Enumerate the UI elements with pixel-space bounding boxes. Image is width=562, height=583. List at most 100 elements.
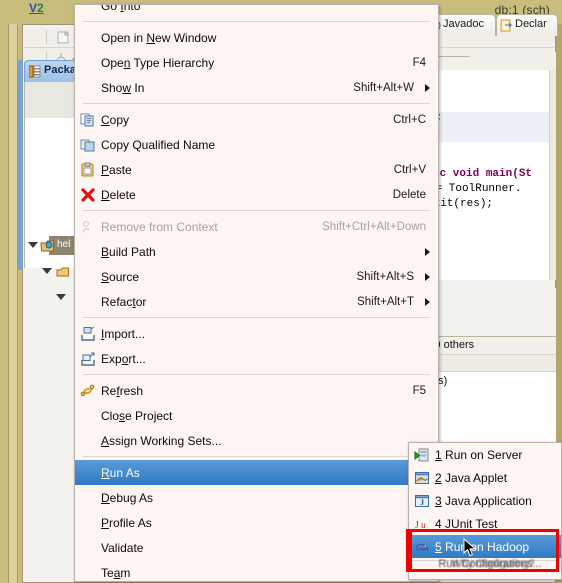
menu-item-export-label: Export... bbox=[101, 351, 146, 366]
menu-item-close-project[interactable]: Close Project bbox=[75, 403, 438, 428]
menu-item-remove-from-context-label: Remove from Context bbox=[101, 219, 218, 234]
menu-item-build-path-label: Build Path bbox=[101, 244, 156, 259]
submenu-arrow-icon-refactor bbox=[425, 298, 430, 306]
menu-separator-4 bbox=[83, 317, 430, 318]
new-icon[interactable] bbox=[56, 30, 71, 45]
remove-from-context-icon bbox=[80, 219, 96, 235]
menu-item-show-in-accel: Shift+Alt+W bbox=[353, 81, 414, 94]
submenu-arrow-icon bbox=[425, 84, 430, 92]
menu-item-copy-label: Copy bbox=[101, 112, 130, 127]
run-configurations-footer-overlay: Why Configuring? bbox=[451, 558, 535, 570]
package-icon bbox=[56, 265, 71, 284]
window-left-inner-bevel bbox=[8, 24, 18, 583]
java-project-icon bbox=[40, 239, 55, 258]
mouse-cursor-icon bbox=[463, 537, 477, 558]
submenu-item-run-on-hadoop-label: 5 Run on Hadoop bbox=[435, 539, 530, 554]
tab-package-explorer-label: Packa bbox=[44, 64, 76, 76]
menu-item-copy-qualified-name[interactable]: Copy Qualified Name bbox=[75, 132, 438, 157]
tree-expand-arrow-icon-3[interactable] bbox=[56, 294, 66, 300]
menu-item-profile-as-label: Profile As bbox=[101, 515, 152, 530]
menu-item-source[interactable]: Source Shift+Alt+S bbox=[75, 264, 438, 289]
menu-item-paste-accel: Ctrl+V bbox=[393, 163, 426, 176]
submenu-item-junit-test[interactable]: J u 4 JUnit Test bbox=[409, 512, 561, 535]
menu-item-run-as[interactable]: Run As bbox=[75, 460, 438, 485]
submenu-item-run-on-server[interactable]: 1 Run on Server bbox=[409, 443, 561, 466]
package-explorer-icon bbox=[28, 65, 41, 78]
menu-item-team-label: Team bbox=[101, 565, 131, 580]
svg-text:J: J bbox=[415, 520, 419, 531]
screenshot-root: db:1 (sch) V2 Packa hel static void main… bbox=[0, 0, 562, 583]
run-on-server-icon bbox=[414, 447, 430, 463]
menu-item-import-label: Import... bbox=[101, 326, 146, 341]
copy-icon bbox=[80, 112, 96, 128]
menu-item-go-into[interactable]: Go Into bbox=[75, 5, 438, 18]
explorer-left-accent bbox=[18, 60, 23, 270]
menu-item-paste[interactable]: Paste Ctrl+V bbox=[75, 157, 438, 182]
menu-item-source-label: Source bbox=[101, 269, 140, 284]
submenu-item-java-application[interactable]: J 3 Java Application bbox=[409, 489, 561, 512]
submenu-item-run-on-hadoop[interactable]: 5 Run on Hadoop bbox=[409, 535, 561, 558]
menu-item-source-accel: Shift+Alt+S bbox=[356, 270, 414, 283]
menu-item-run-as-label: Run As bbox=[101, 465, 140, 480]
editor-vertical-scrollbar[interactable] bbox=[549, 70, 556, 280]
hadoop-elephant-icon bbox=[414, 539, 430, 555]
menu-item-assign-working-sets-label: Assign Working Sets... bbox=[101, 433, 222, 448]
app-logo: V2 bbox=[29, 1, 44, 15]
menu-item-show-in[interactable]: Show In Shift+Alt+W bbox=[75, 75, 438, 100]
declaration-icon bbox=[500, 19, 513, 32]
tree-expand-arrow-icon[interactable] bbox=[28, 242, 38, 248]
copy-qualified-name-icon bbox=[80, 137, 96, 153]
tree-expand-arrow-icon-2[interactable] bbox=[42, 268, 52, 274]
menu-item-copy[interactable]: Copy Ctrl+C bbox=[75, 107, 438, 132]
menu-separator-6 bbox=[83, 456, 430, 457]
svg-text:u: u bbox=[421, 520, 426, 530]
submenu-item-java-application-label: 3 Java Application bbox=[435, 493, 532, 508]
delete-icon bbox=[80, 187, 96, 203]
menu-item-close-project-label: Close Project bbox=[101, 408, 173, 423]
tree-item-label: hel bbox=[57, 239, 71, 250]
paste-icon bbox=[80, 162, 96, 178]
menu-item-import[interactable]: Import... bbox=[75, 321, 438, 346]
menu-item-delete[interactable]: Delete Delete bbox=[75, 182, 438, 207]
context-menu[interactable]: Go Into Open in New Window Open Type Hie… bbox=[74, 4, 439, 582]
menu-item-refresh-accel: F5 bbox=[412, 384, 426, 397]
java-application-icon: J bbox=[414, 493, 430, 509]
menu-separator-5 bbox=[83, 374, 430, 375]
menu-item-export[interactable]: Export... bbox=[75, 346, 438, 371]
menu-item-profile-as[interactable]: Profile As bbox=[75, 510, 438, 535]
menu-item-validate-label: Validate bbox=[101, 540, 144, 555]
menu-item-show-in-label: Show In bbox=[101, 80, 145, 95]
menu-item-build-path[interactable]: Build Path bbox=[75, 239, 438, 264]
menu-item-copy-qualified-name-label: Copy Qualified Name bbox=[101, 137, 216, 152]
menu-item-paste-label: Paste bbox=[101, 162, 132, 177]
menu-item-copy-accel: Ctrl+C bbox=[393, 113, 426, 126]
junit-icon: J u bbox=[414, 516, 430, 532]
menu-item-team[interactable]: Team bbox=[75, 560, 438, 581]
menu-item-open-in-new-window[interactable]: Open in New Window bbox=[75, 25, 438, 50]
menu-separator-2 bbox=[83, 103, 430, 104]
menu-item-remove-from-context: Remove from Context Shift+Ctrl+Alt+Down bbox=[75, 214, 438, 239]
submenu-item-run-on-server-label: 1 Run on Server bbox=[435, 447, 523, 462]
menu-item-assign-working-sets[interactable]: Assign Working Sets... bbox=[75, 428, 438, 453]
menu-item-open-type-hierarchy-accel: F4 bbox=[412, 56, 426, 69]
menu-item-open-type-hierarchy[interactable]: Open Type Hierarchy F4 bbox=[75, 50, 438, 75]
java-applet-icon bbox=[414, 470, 430, 486]
tab-declaration[interactable]: Declar bbox=[496, 14, 558, 36]
submenu-item-java-applet-label: 2 Java Applet bbox=[435, 470, 508, 485]
menu-item-refresh[interactable]: Refresh F5 bbox=[75, 378, 438, 403]
menu-item-refactor-label: Refactor bbox=[101, 294, 147, 309]
menu-item-debug-as[interactable]: Debug As bbox=[75, 485, 438, 510]
submenu-item-junit-test-label: 4 JUnit Test bbox=[435, 516, 498, 531]
tab-javadoc-label: Javadoc bbox=[443, 18, 484, 30]
menu-separator-3 bbox=[83, 210, 430, 211]
menu-item-open-in-new-window-label: Open in New Window bbox=[101, 30, 217, 45]
menu-item-refactor[interactable]: Refactor Shift+Alt+T bbox=[75, 289, 438, 314]
submenu-arrow-icon-build-path bbox=[425, 248, 430, 256]
menu-item-refactor-accel: Shift+Alt+T bbox=[357, 295, 414, 308]
submenu-item-java-applet[interactable]: 2 Java Applet bbox=[409, 466, 561, 489]
tab-declaration-label: Declar bbox=[515, 18, 547, 30]
import-icon bbox=[80, 326, 96, 342]
menu-item-delete-accel: Delete bbox=[392, 188, 426, 201]
menu-item-remove-from-context-accel: Shift+Ctrl+Alt+Down bbox=[322, 220, 426, 233]
menu-item-validate[interactable]: Validate bbox=[75, 535, 438, 560]
